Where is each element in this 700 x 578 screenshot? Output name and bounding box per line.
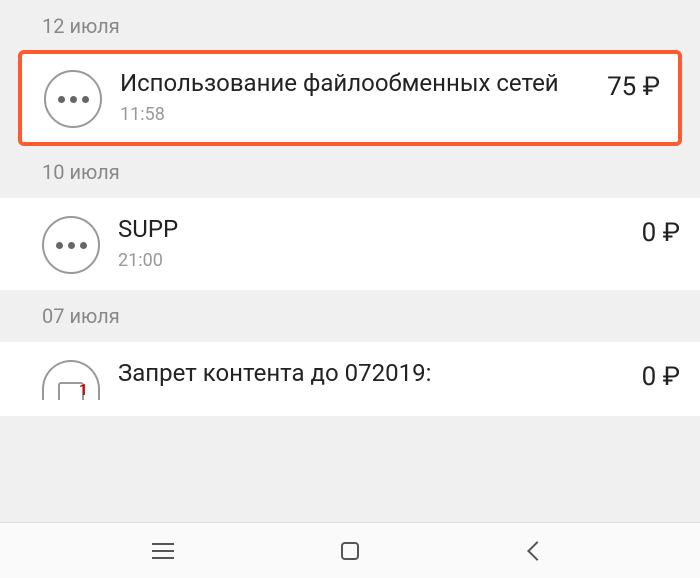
item-title: SUPP	[118, 214, 624, 244]
item-amount: 0 ₽	[642, 218, 680, 248]
item-title: Использование файлообменных сетей	[120, 68, 589, 98]
date-header: 12 июля	[0, 0, 700, 52]
ellipsis-icon	[58, 96, 89, 103]
image-icon: 1	[58, 382, 84, 400]
item-content: Использование файлообменных сетей 11:58	[120, 68, 589, 125]
hamburger-icon	[152, 543, 174, 559]
item-title: Запрет контента до 072019:	[118, 358, 624, 388]
notification-badge: 1	[79, 380, 88, 399]
navigation-bar	[0, 522, 700, 578]
item-content: SUPP 21:00	[118, 214, 624, 271]
menu-button[interactable]	[143, 531, 183, 571]
ellipsis-icon	[56, 242, 87, 249]
date-header: 10 июля	[0, 146, 700, 198]
date-header: 07 июля	[0, 290, 700, 342]
square-icon	[341, 542, 359, 560]
home-button[interactable]	[330, 531, 370, 571]
item-amount: 75 ₽	[607, 72, 660, 102]
transaction-item[interactable]: 1 Запрет контента до 072019: 0 ₽	[0, 342, 700, 416]
transaction-item[interactable]: SUPP 21:00 0 ₽	[0, 198, 700, 290]
avatar-icon	[44, 70, 102, 128]
item-time: 11:58	[120, 104, 589, 125]
transaction-item[interactable]: Использование файлообменных сетей 11:58 …	[18, 50, 682, 146]
item-content: Запрет контента до 072019:	[118, 358, 624, 388]
transaction-list: 12 июля Использование файлообменных сете…	[0, 0, 700, 522]
chevron-left-icon	[527, 541, 547, 561]
avatar-icon	[42, 216, 100, 274]
back-button[interactable]	[517, 531, 557, 571]
item-time: 21:00	[118, 250, 624, 271]
avatar-icon: 1	[42, 360, 100, 400]
item-amount: 0 ₽	[642, 362, 680, 392]
